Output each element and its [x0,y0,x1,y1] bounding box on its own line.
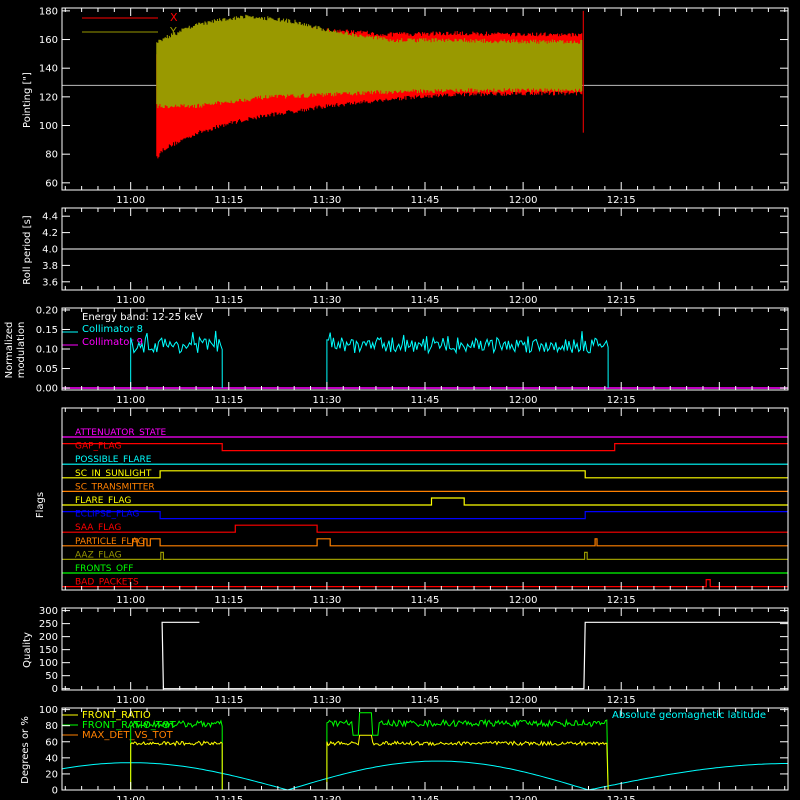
roll-y-tick-label: 4.2 [42,228,58,239]
roll-x-tick-label: 11:15 [214,295,243,306]
pointing-y-tick-label: 180 [39,6,58,17]
pointing-x-tick-label: 11:30 [312,195,341,206]
quality-series [161,621,788,690]
pointing-y-tick-label: 160 [39,35,58,46]
ratios-y-tick-label: 20 [45,769,58,780]
flags-x-tick-label: 11:45 [411,595,440,606]
modulation-series-collimator-8-segment [130,330,223,389]
quality-frame [61,607,789,691]
roll-y-tick-label: 3.6 [42,277,58,288]
roll-x-tick-label: 11:45 [411,295,440,306]
flags-x-tick-label: 11:00 [116,595,145,606]
modulation-x-tick-label: 12:00 [509,395,538,406]
roll-y-tick-label: 4.0 [42,245,58,256]
ratios-x-tick-label: 12:00 [509,795,538,800]
panel-ratios: Degrees or % FRONT_RATIO FRONT_RATIO_TOT… [20,710,766,784]
quality-y-tick-label: 150 [39,645,58,656]
ratios-y-tick-label: 40 [45,753,58,764]
roll-x-tick-label: 11:30 [312,295,341,306]
roll-x-tick-label: 12:00 [509,295,538,306]
panel-roll-period: Roll period [s] [22,215,33,284]
ratios-series-front_ratio_tot-segment [326,712,609,791]
pointing-legend-x: X [170,11,178,24]
roll-y-tick-label: 4.4 [42,212,58,223]
quality-y-tick-label: 300 [39,606,58,617]
quality-y-tick-label: 250 [39,619,58,630]
flags-x-tick-label: 12:00 [509,595,538,606]
roll-y-tick-label: 3.8 [42,261,58,272]
flag-line-aaz_flag [62,551,788,560]
flags-y-label: Flags [35,492,46,518]
quality-y-tick-label: 200 [39,632,58,643]
flag-line-gap_flag [62,443,788,452]
modulation-energy-band: Energy band: 12-25 keV [82,312,203,323]
pointing-y-tick-label: 120 [39,92,58,103]
quality-y-tick-label: 50 [45,671,58,682]
quality-y-label: Quality [22,632,33,668]
flag-line-saa_flag [62,524,788,533]
modulation-x-tick-label: 11:00 [116,395,145,406]
modulation-x-tick-label: 11:15 [214,395,243,406]
pointing-y-tick-label: 100 [39,121,58,132]
ratios-y-tick-label: 60 [45,737,58,748]
ratios-annotation-geomagnetic: Absolute geomagnetic latitude [612,710,766,721]
pointing-y-tick-label: 80 [45,150,58,161]
ratios-y-label: Degrees or % [20,716,31,784]
flags-x-tick-label: 12:15 [607,595,636,606]
roll-x-tick-label: 12:15 [607,295,636,306]
flags-x-tick-label: 11:30 [312,595,341,606]
pointing-y-tick-label: 140 [39,64,58,75]
spacecraft-monitoring-figure: Pointing ["] X Y Roll period [s] Normali… [4,6,789,800]
ratios-y-tick-label: 0 [52,786,58,797]
ratios-x-tick-label: 11:00 [116,795,145,800]
ratios-x-tick-label: 11:45 [411,795,440,800]
flags-x-tick-label: 11:15 [214,595,243,606]
pointing-x-tick-label: 11:45 [411,195,440,206]
modulation-y-label-line2: modulation [16,322,27,379]
quality-x-tick-label: 11:15 [214,695,243,706]
ratios-y-tick-label: 100 [39,705,58,716]
quality-x-tick-label: 11:30 [312,695,341,706]
pointing-x-tick-label: 11:00 [116,195,145,206]
pointing-y-tick-label: 60 [45,178,58,189]
quality-y-tick-label: 100 [39,658,58,669]
modulation-series-collimator-8-segment [326,331,609,389]
modulation-x-tick-label: 11:45 [411,395,440,406]
pointing-x-tick-label: 11:15 [214,195,243,206]
pointing-y-label: Pointing ["] [22,72,33,128]
modulation-x-tick-label: 11:30 [312,395,341,406]
ratios-x-tick-label: 11:15 [214,795,243,800]
panel-flags: Flags [35,492,46,518]
roll-period-y-label: Roll period [s] [22,215,33,284]
quality-x-tick-label: 12:15 [607,695,636,706]
quality-x-tick-label: 12:00 [509,695,538,706]
modulation-y-tick-label: 0.20 [36,305,58,316]
ratios-x-tick-label: 11:30 [312,795,341,800]
flags-frame [61,407,789,591]
ratios-y-tick-label: 80 [45,721,58,732]
modulation-y-tick-label: 0.10 [36,345,58,356]
modulation-y-tick-label: 0.15 [36,325,58,336]
modulation-y-label-line1: Normalized [4,322,15,379]
quality-x-tick-label: 11:00 [116,695,145,706]
flag-line-sc_in_sunlight [62,470,788,479]
modulation-y-tick-label: 0.00 [36,384,58,395]
modulation-legend-collimator-9: Collimator 9 [82,337,143,348]
ratios-x-tick-label: 12:15 [607,795,636,800]
flag-line-particle_flag [62,538,788,547]
pointing-x-tick-label: 12:00 [509,195,538,206]
modulation-x-tick-label: 12:15 [607,395,636,406]
panel-quality: Quality [22,632,33,668]
panel-modulation: Normalized modulation Energy band: 12-25… [4,312,203,378]
quality-x-tick-label: 11:45 [411,695,440,706]
quality-y-tick-label: 0 [52,684,58,695]
flag-line-eclipse_flag [62,511,788,520]
modulation-legend-collimator-8: Collimator 8 [82,324,143,335]
pointing-x-tick-label: 12:15 [607,195,636,206]
flag-line-flare_flag [62,497,788,506]
modulation-y-tick-label: 0.05 [36,364,58,375]
roll-x-tick-label: 11:00 [116,295,145,306]
ratios-legend-max-det-vs-tot: MAX_DET_VS_TOT [82,730,174,741]
